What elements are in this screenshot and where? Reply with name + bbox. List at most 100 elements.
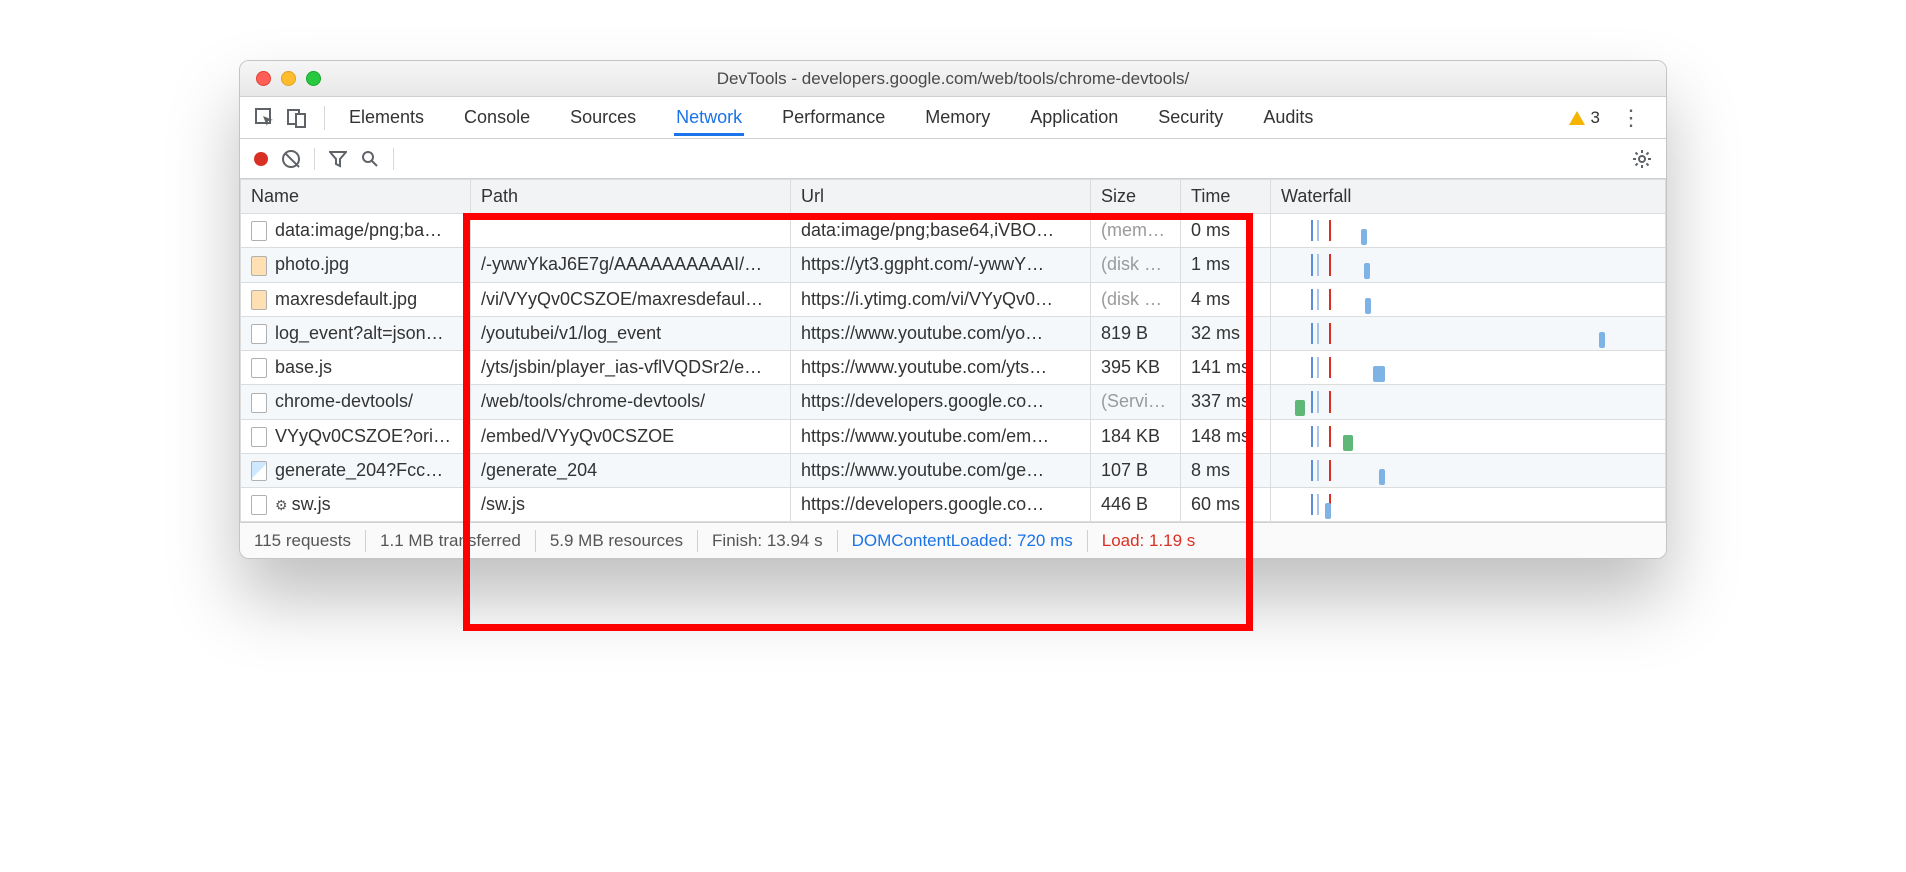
warnings-badge[interactable]: 3 bbox=[1569, 108, 1600, 128]
status-resources: 5.9 MB resources bbox=[550, 531, 683, 551]
cell-time: 337 ms bbox=[1181, 385, 1271, 419]
cell-name[interactable]: chrome-devtools/ bbox=[241, 385, 471, 419]
col-waterfall[interactable]: Waterfall bbox=[1271, 180, 1666, 214]
waterfall-bar bbox=[1343, 435, 1353, 451]
tab-console[interactable]: Console bbox=[462, 99, 532, 136]
table-row[interactable]: ⚙sw.js/sw.jshttps://developers.google.co… bbox=[241, 488, 1666, 522]
tab-performance[interactable]: Performance bbox=[780, 99, 887, 136]
cell-url: https://yt3.ggpht.com/-ywwY… bbox=[791, 248, 1091, 282]
row-name-label: sw.js bbox=[292, 494, 331, 514]
cell-name[interactable]: VYyQv0CSZOE?ori… bbox=[241, 419, 471, 453]
col-url[interactable]: Url bbox=[791, 180, 1091, 214]
table-row[interactable]: log_event?alt=json…/youtubei/v1/log_even… bbox=[241, 316, 1666, 350]
cell-url: https://developers.google.co… bbox=[791, 488, 1091, 522]
cell-name[interactable]: ⚙sw.js bbox=[241, 488, 471, 522]
table-row[interactable]: generate_204?Fcc… /generate_204https://ww… bbox=[241, 453, 1666, 487]
cell-url: https://developers.google.co… bbox=[791, 385, 1091, 419]
cell-path: /youtubei/v1/log_event bbox=[471, 316, 791, 350]
device-toggle-icon[interactable] bbox=[286, 107, 308, 129]
table-row[interactable]: VYyQv0CSZOE?ori…/embed/VYyQv0CSZOEhttps:… bbox=[241, 419, 1666, 453]
tab-network[interactable]: Network bbox=[674, 99, 744, 136]
table-row[interactable]: base.js/yts/jsbin/player_ias-vflVQDSr2/e… bbox=[241, 351, 1666, 385]
cell-name[interactable]: maxresdefault.jpg bbox=[241, 282, 471, 316]
status-dcl: DOMContentLoaded: 720 ms bbox=[852, 531, 1073, 551]
row-name-label: maxresdefault.jpg bbox=[275, 289, 417, 309]
file-icon bbox=[251, 358, 267, 378]
cell-size: (disk c… bbox=[1091, 282, 1181, 316]
cell-size: 184 KB bbox=[1091, 419, 1181, 453]
tab-audits[interactable]: Audits bbox=[1261, 99, 1315, 136]
cell-time: 60 ms bbox=[1181, 488, 1271, 522]
cell-waterfall bbox=[1271, 351, 1666, 385]
cell-size: 107 B bbox=[1091, 453, 1181, 487]
waterfall-bar bbox=[1295, 400, 1305, 416]
more-options-icon[interactable]: ⋮ bbox=[1610, 105, 1652, 131]
file-icon bbox=[251, 221, 267, 241]
clear-button[interactable] bbox=[282, 150, 300, 168]
cell-name[interactable]: photo.jpg bbox=[241, 248, 471, 282]
tab-memory[interactable]: Memory bbox=[923, 99, 992, 136]
tab-application[interactable]: Application bbox=[1028, 99, 1120, 136]
cell-waterfall bbox=[1271, 488, 1666, 522]
file-icon bbox=[251, 324, 267, 344]
cell-url: https://www.youtube.com/em… bbox=[791, 419, 1091, 453]
cell-url: https://www.youtube.com/ge… bbox=[791, 453, 1091, 487]
cell-waterfall bbox=[1271, 316, 1666, 350]
table-row[interactable]: chrome-devtools/ /web/tools/chrome-devtoo… bbox=[241, 385, 1666, 419]
warning-count: 3 bbox=[1591, 108, 1600, 128]
cell-time: 8 ms bbox=[1181, 453, 1271, 487]
warning-icon bbox=[1569, 111, 1585, 125]
network-table: Name Path Url Size Time Waterfall data:i… bbox=[240, 179, 1666, 522]
waterfall-bar bbox=[1361, 229, 1367, 245]
settings-icon[interactable] bbox=[1632, 149, 1652, 169]
tab-elements[interactable]: Elements bbox=[347, 99, 426, 136]
cell-url: data:image/png;base64,iVBO… bbox=[791, 214, 1091, 248]
cell-path: /yts/jsbin/player_ias-vflVQDSr2/e… bbox=[471, 351, 791, 385]
cell-name[interactable]: log_event?alt=json… bbox=[241, 316, 471, 350]
row-name-label: generate_204?Fcc… bbox=[275, 460, 443, 480]
window-title: DevTools - developers.google.com/web/too… bbox=[240, 69, 1666, 89]
record-button[interactable] bbox=[254, 152, 268, 166]
cell-time: 4 ms bbox=[1181, 282, 1271, 316]
cell-path bbox=[471, 214, 791, 248]
cell-size: 819 B bbox=[1091, 316, 1181, 350]
status-transferred: 1.1 MB transferred bbox=[380, 531, 521, 551]
status-load: Load: 1.19 s bbox=[1102, 531, 1196, 551]
tab-strip: Elements Console Sources Network Performance… bbox=[240, 97, 1666, 139]
cell-path: /vi/VYyQv0CSZOE/maxresdefaul… bbox=[471, 282, 791, 316]
table-row[interactable]: maxresdefault.jpg/vi/VYyQv0CSZOE/maxresd… bbox=[241, 282, 1666, 316]
col-name[interactable]: Name bbox=[241, 180, 471, 214]
cell-size: (Servic… bbox=[1091, 385, 1181, 419]
cell-name[interactable]: generate_204?Fcc… bbox=[241, 453, 471, 487]
table-row[interactable]: photo.jpg/-ywwYkaJ6E7g/AAAAAAAAAAI/…http… bbox=[241, 248, 1666, 282]
filter-icon[interactable] bbox=[329, 150, 347, 168]
waterfall-bar bbox=[1599, 332, 1605, 348]
search-icon[interactable] bbox=[361, 150, 379, 168]
cell-size: (disk c… bbox=[1091, 248, 1181, 282]
cell-waterfall bbox=[1271, 419, 1666, 453]
cell-name[interactable]: data:image/png;ba… bbox=[241, 214, 471, 248]
cell-waterfall bbox=[1271, 385, 1666, 419]
col-time[interactable]: Time bbox=[1181, 180, 1271, 214]
tab-security[interactable]: Security bbox=[1156, 99, 1225, 136]
cell-name[interactable]: base.js bbox=[241, 351, 471, 385]
network-toolbar bbox=[240, 139, 1666, 179]
inspect-icon[interactable] bbox=[254, 107, 276, 129]
row-name-label: data:image/png;ba… bbox=[275, 220, 442, 240]
tab-sources[interactable]: Sources bbox=[568, 99, 638, 136]
cell-path: /generate_204 bbox=[471, 453, 791, 487]
cell-waterfall bbox=[1271, 248, 1666, 282]
waterfall-bar bbox=[1364, 263, 1370, 279]
col-size[interactable]: Size bbox=[1091, 180, 1181, 214]
file-icon bbox=[251, 393, 267, 413]
file-icon bbox=[251, 427, 267, 447]
waterfall-bar bbox=[1379, 469, 1385, 485]
file-icon bbox=[251, 290, 267, 310]
cell-time: 148 ms bbox=[1181, 419, 1271, 453]
row-name-label: chrome-devtools/ bbox=[275, 391, 413, 411]
cell-path: /web/tools/chrome-devtools/ bbox=[471, 385, 791, 419]
table-row[interactable]: data:image/png;ba… data:image/png;base64,… bbox=[241, 214, 1666, 248]
col-path[interactable]: Path bbox=[471, 180, 791, 214]
row-name-label: base.js bbox=[275, 357, 332, 377]
devtools-window: DevTools - developers.google.com/web/too… bbox=[239, 60, 1667, 559]
